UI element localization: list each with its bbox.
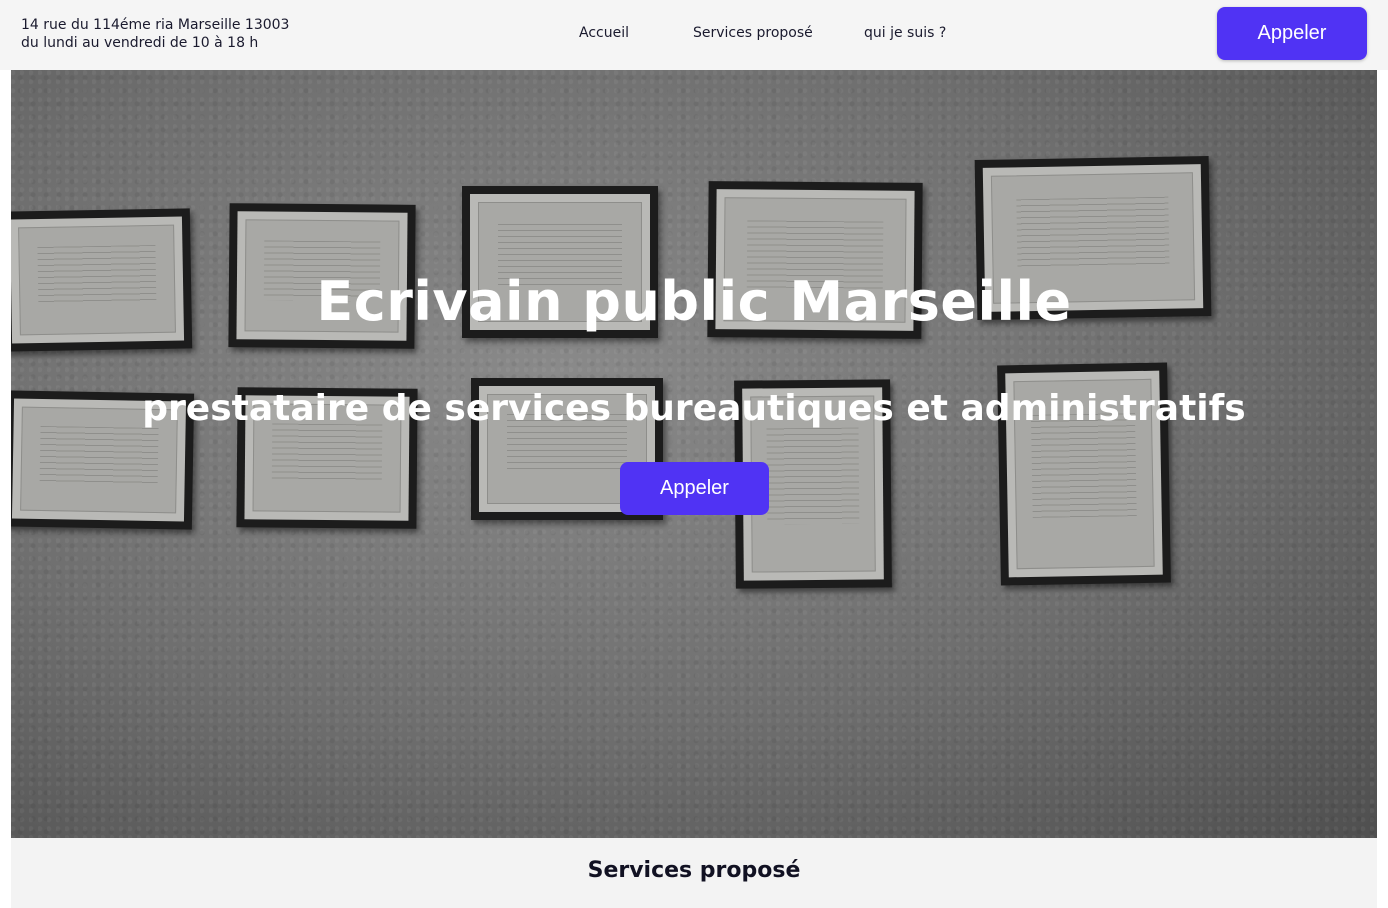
opening-hours-text: du lundi au vendredi de 10 à 18 h (21, 35, 259, 51)
hero-call-button[interactable]: Appeler (620, 462, 769, 515)
address-text: 14 rue du 114éme ria Marseille 13003 (21, 17, 290, 33)
hero-title: Ecrivain public Marseille (316, 270, 1072, 333)
nav-link-about[interactable]: qui je suis ? (864, 25, 946, 41)
hero-section: Ecrivain public Marseille prestataire de… (11, 70, 1377, 838)
services-heading: Services proposé (587, 858, 801, 883)
nav-link-home[interactable]: Accueil (579, 25, 629, 41)
nav-link-services[interactable]: Services proposé (693, 25, 813, 41)
services-section: Services proposé (11, 838, 1377, 908)
header-call-button[interactable]: Appeler (1217, 7, 1367, 60)
hero-subtitle: prestataire de services bureautiques et … (142, 388, 1246, 429)
top-header: 14 rue du 114éme ria Marseille 13003 du … (0, 0, 1388, 70)
business-info: 14 rue du 114éme ria Marseille 13003 du … (21, 16, 289, 52)
